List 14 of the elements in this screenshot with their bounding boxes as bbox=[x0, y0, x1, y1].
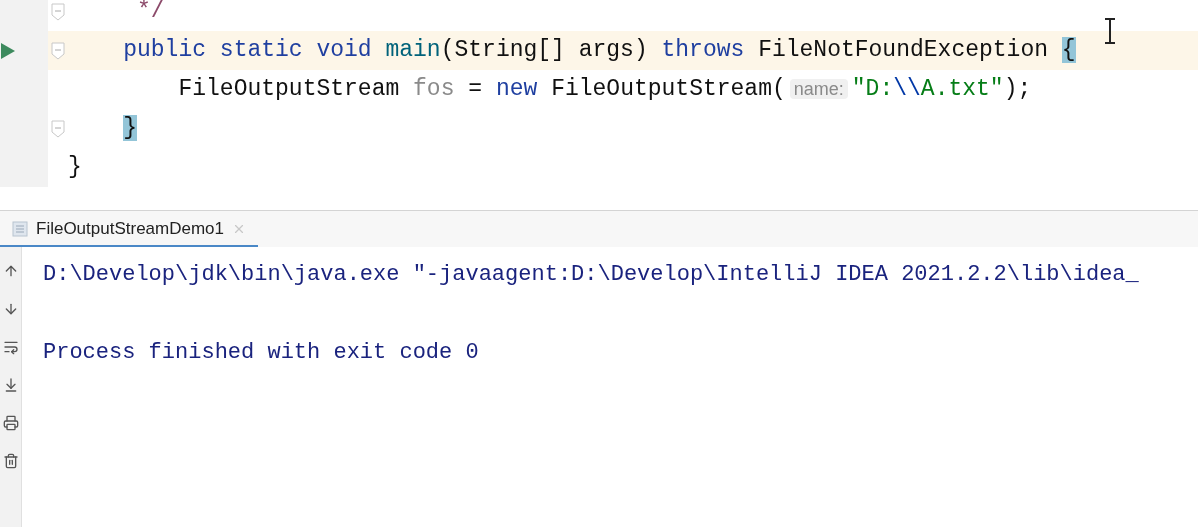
console-output: Process finished with exit code 0 bbox=[43, 339, 479, 367]
print-icon[interactable] bbox=[2, 415, 19, 431]
code-line: public static void main(String[] args) throws FileNotFoundException { bbox=[122, 36, 1076, 66]
trash-icon[interactable] bbox=[2, 453, 19, 469]
console-output: D:\Develop\jdk\bin\java.exe "-javaagent:D:\Develop\IntelliJ IDEA 2021.2.2\lib\idea_ bbox=[43, 261, 1139, 289]
code-line: } bbox=[68, 153, 82, 183]
code-line: */ bbox=[136, 0, 165, 27]
code-line: FileOutputStream fos = new FileOutputStream( name: "D:\\A.txt"); bbox=[177, 75, 1032, 105]
run-icon[interactable] bbox=[1, 42, 15, 59]
tab-label: FileOutputStreamDemo1 bbox=[36, 218, 225, 241]
console-tab[interactable]: FileOutputStreamDemo1 bbox=[0, 213, 259, 247]
text-cursor-icon bbox=[1104, 18, 1116, 44]
soft-wrap-icon[interactable] bbox=[2, 339, 19, 355]
console-icon bbox=[12, 221, 28, 237]
